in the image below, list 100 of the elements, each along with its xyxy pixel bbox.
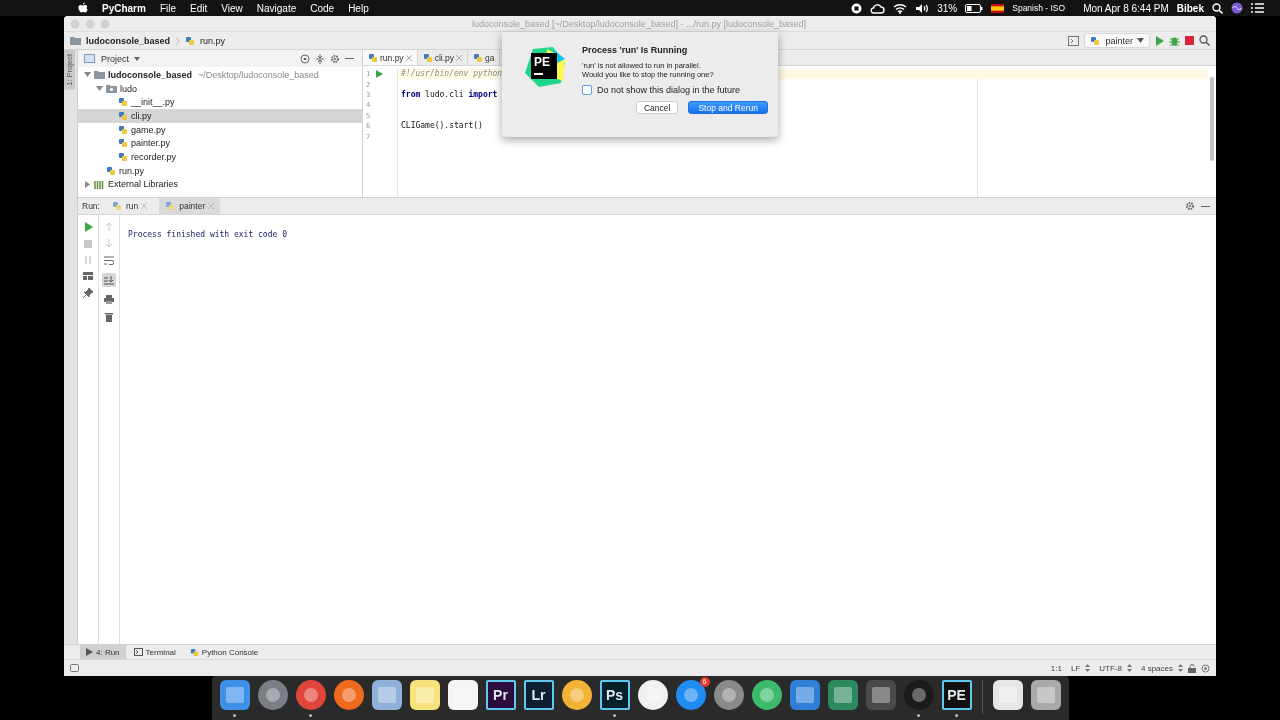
breadcrumb[interactable]: run.py xyxy=(200,35,226,46)
menu-item[interactable]: Code xyxy=(310,2,335,14)
panel-title[interactable]: Project xyxy=(101,53,129,64)
flag-icon[interactable] xyxy=(991,3,1005,13)
file-encoding[interactable]: UTF-8 xyxy=(1099,663,1122,673)
tool-window-tab[interactable]: Terminal xyxy=(127,645,182,659)
run-icon[interactable] xyxy=(83,222,93,232)
run-icon[interactable] xyxy=(1155,35,1164,46)
tree-item[interactable]: __init__.py xyxy=(78,95,362,110)
app-icon[interactable] xyxy=(331,678,366,712)
print-icon[interactable] xyxy=(104,295,114,304)
tree-item[interactable]: painter.py xyxy=(78,136,362,151)
record-icon[interactable] xyxy=(851,2,863,14)
target-icon[interactable] xyxy=(300,53,310,64)
app-logo[interactable]: PE xyxy=(941,680,972,710)
up-down-icon[interactable] xyxy=(1126,664,1132,672)
expand-arrow-icon[interactable] xyxy=(84,71,91,79)
app-logo[interactable]: Ps xyxy=(599,680,630,710)
app-icon[interactable] xyxy=(293,678,328,712)
run-tab[interactable]: run xyxy=(105,198,154,214)
siri-icon[interactable] xyxy=(1231,2,1243,14)
python-file-icon xyxy=(106,165,116,176)
search-icon[interactable] xyxy=(1212,2,1223,14)
app-icon[interactable] xyxy=(445,678,480,712)
panel-toggle-icon[interactable] xyxy=(70,664,79,672)
apple-icon[interactable] xyxy=(78,2,88,14)
run-configuration-dropdown[interactable]: painter xyxy=(1084,33,1150,48)
app-icon[interactable] xyxy=(255,678,290,712)
wifi-icon[interactable] xyxy=(893,2,908,14)
user-name[interactable]: Bibek xyxy=(1176,2,1204,14)
battery-icon[interactable] xyxy=(965,3,984,13)
pin-icon[interactable] xyxy=(83,288,93,298)
app-icon[interactable] xyxy=(711,678,746,712)
breadcrumb[interactable]: ludoconsole_based xyxy=(86,35,171,46)
search-icon[interactable] xyxy=(1199,35,1210,46)
line-separator[interactable]: LF xyxy=(1070,663,1081,673)
expand-arrow-icon[interactable] xyxy=(96,85,103,93)
editor-tab[interactable]: run.py xyxy=(363,50,418,65)
app-icon[interactable] xyxy=(787,678,822,712)
tool-window-tab[interactable]: 4: Run xyxy=(80,645,126,659)
app-logo[interactable]: Pr xyxy=(485,680,516,710)
terminal-icon[interactable] xyxy=(1068,35,1080,46)
tree-item[interactable]: ludo xyxy=(78,81,362,96)
code-line: #!/usr/bin/env python xyxy=(401,69,503,78)
scrollbar[interactable] xyxy=(1210,77,1214,161)
lock-icon[interactable] xyxy=(1188,663,1196,673)
settings-icon[interactable] xyxy=(330,53,340,64)
app-icon[interactable] xyxy=(825,678,860,712)
app-icon[interactable] xyxy=(1028,678,1063,712)
up-down-icon[interactable] xyxy=(1178,664,1183,672)
app-icon[interactable] xyxy=(369,678,404,712)
trash-icon[interactable] xyxy=(105,312,113,322)
caret-position[interactable]: 1:1 xyxy=(1050,663,1062,673)
menu-item[interactable]: View xyxy=(221,2,243,14)
app-icon[interactable] xyxy=(635,678,670,712)
clock[interactable]: Mon Apr 8 6:44 PM xyxy=(1083,2,1169,14)
tool-window-tab[interactable]: Python Console xyxy=(183,645,265,659)
up-down-icon[interactable] xyxy=(1085,664,1091,672)
app-logo[interactable]: Lr xyxy=(523,680,554,710)
app-menu[interactable]: PyCharm xyxy=(102,2,146,14)
tree-item[interactable]: cli.py xyxy=(78,109,362,123)
python-file-icon xyxy=(473,52,483,63)
menu-item[interactable]: Navigate xyxy=(256,2,297,14)
tree-item[interactable]: ludoconsole_based ~/Desktop/ludoconsole_based xyxy=(78,68,362,82)
layout-icon[interactable] xyxy=(83,272,93,280)
inspector-icon[interactable] xyxy=(1201,663,1210,673)
default-button[interactable]: Stop and Rerun xyxy=(688,101,768,114)
wrap-icon[interactable] xyxy=(104,256,114,265)
tree-item[interactable]: External Libraries xyxy=(78,177,362,192)
app-icon[interactable] xyxy=(559,678,594,712)
battery-percentage: 31% xyxy=(937,2,958,14)
collapse-icon[interactable] xyxy=(315,53,325,64)
app-icon[interactable] xyxy=(673,678,708,712)
caret-icon[interactable] xyxy=(134,56,140,61)
bug-icon[interactable] xyxy=(1169,35,1180,46)
checkbox[interactable]: Do not show this dialog in the future xyxy=(582,85,778,95)
editor-tab[interactable]: ga xyxy=(468,50,501,65)
run-icon[interactable] xyxy=(376,70,384,79)
app-icon[interactable] xyxy=(217,678,252,712)
run-tab[interactable]: painter xyxy=(159,198,221,214)
indent-setting[interactable]: 4 spaces xyxy=(1140,663,1173,673)
console-output: Process finished with exit code 0 xyxy=(128,230,287,239)
cloud-icon[interactable] xyxy=(870,2,886,14)
tree-item[interactable]: run.py xyxy=(78,163,362,178)
app-icon[interactable] xyxy=(407,678,442,712)
menu-item[interactable]: Help xyxy=(348,2,369,14)
volume-icon[interactable] xyxy=(915,2,930,14)
expand-arrow-icon[interactable] xyxy=(84,180,91,188)
cancel-button[interactable]: Cancel xyxy=(636,101,679,114)
tree-item[interactable]: game.py xyxy=(78,122,362,137)
app-icon[interactable] xyxy=(990,678,1025,712)
settings-icon[interactable] xyxy=(1185,201,1195,211)
python-icon xyxy=(1090,35,1102,46)
menu-item[interactable]: Edit xyxy=(190,2,208,14)
app-icon[interactable] xyxy=(749,678,784,712)
tree-item[interactable]: recorder.py xyxy=(78,150,362,164)
list-icon[interactable] xyxy=(1251,3,1264,13)
editor-tab[interactable]: cli.py xyxy=(417,50,468,65)
menu-item[interactable]: File xyxy=(159,2,177,14)
input-source[interactable]: Spanish - ISO xyxy=(1012,3,1066,13)
